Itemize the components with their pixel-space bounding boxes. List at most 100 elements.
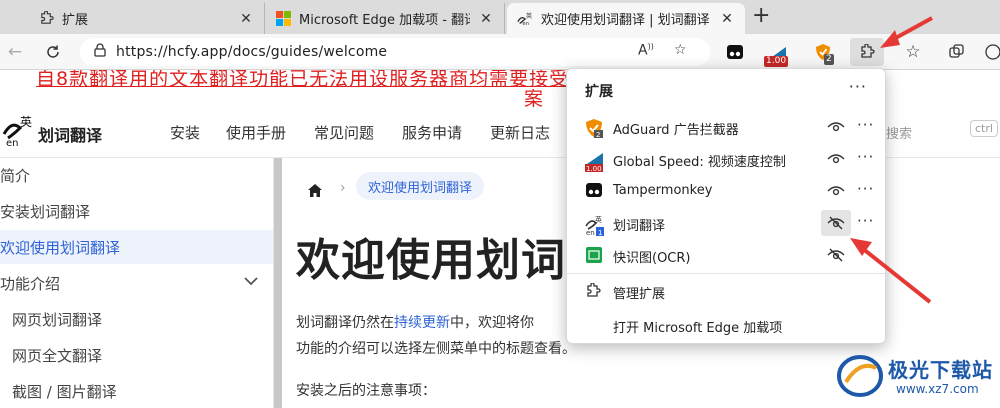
global-speed-icon[interactable]: 1.00 [762,38,796,67]
hcfy-logo-icon: en 英 1 [585,214,604,237]
eye-icon[interactable] [821,114,851,140]
sidebar-item-label: 安装划词翻译 [0,202,91,221]
new-tab-button[interactable]: + [752,5,770,27]
nav-manual[interactable]: 使用手册 [226,122,286,143]
tab-strip: 扩展 ✕ Microsoft Edge 加载项 - 翻译网页 ✕ en英 欢迎使… [0,0,1000,34]
sidebar-item-fullpage[interactable]: 网页全文翻译 [0,338,273,372]
search-input[interactable]: 搜索 [886,123,912,142]
extension-row-global-speed[interactable]: 1.00 Global Speed: 视频速度控制 ··· [567,143,885,175]
adguard-shield-icon: 2 [585,118,603,139]
sidebar-item-intro[interactable]: 简介 [0,158,273,192]
svg-text:英: 英 [595,215,602,224]
eye-hidden-icon[interactable] [821,210,851,236]
close-icon[interactable]: ✕ [478,11,494,27]
open-addons-link[interactable]: 打开 Microsoft Edge 加载项 [613,317,782,336]
adguard-badge: 2 [824,54,834,65]
microsoft-logo-icon [275,11,291,27]
eye-icon[interactable] [821,178,851,204]
tab-hcfy-welcome[interactable]: en 英 欢迎使用划词翻译 | 划词翻译 ✕ [507,3,745,34]
extension-row-ocr[interactable]: 快识图(OCR) [567,239,885,271]
close-icon[interactable]: ✕ [238,11,254,27]
extension-name: Global Speed: 视频速度控制 [613,155,786,170]
divider [567,273,885,274]
extension-row-hcfy[interactable]: en 英 1 划词翻译 ··· [567,207,885,239]
read-aloud-icon[interactable]: A)) [638,42,654,59]
more-options-icon[interactable]: ··· [857,180,874,198]
changelog-link[interactable]: 持续更新 [394,315,450,331]
sidebar-scrollbar[interactable] [274,158,282,408]
lock-icon[interactable] [94,43,106,61]
address-bar[interactable]: https://hcfy.app/docs/guides/welcome A))… [80,38,710,66]
extension-name: Tampermonkey [613,183,713,198]
sidebar-item-label: 功能介绍 [0,274,61,293]
sidebar-item-label: 简介 [0,166,31,185]
hcfy-logo-icon[interactable]: en 英 [2,112,34,149]
more-options-icon[interactable]: ··· [849,77,867,96]
extension-row-tampermonkey[interactable]: Tampermonkey ··· [567,175,885,207]
extension-row-adguard[interactable]: 2 AdGuard 广告拦截器 ··· [567,111,885,143]
extensions-button[interactable] [850,38,884,66]
svg-text:en: en [522,21,529,27]
tampermonkey-icon [585,182,603,200]
notes-heading: 安装之后的注意事项： [296,383,436,399]
nav-service[interactable]: 服务申请 [402,122,462,143]
tab-title: 欢迎使用划词翻译 | 划词翻译 [541,13,710,28]
manage-extensions-link[interactable]: 管理扩展 [613,283,665,302]
hcfy-logo-icon: en 英 [517,11,533,27]
sidebar-item-welcome[interactable]: 欢迎使用划词翻译 [0,230,273,264]
back-button[interactable]: ← [2,40,28,64]
extension-name: AdGuard 广告拦截器 [613,123,739,138]
refresh-button[interactable] [40,40,66,64]
para-text: 划词翻译仍然在 [296,315,394,331]
site-logo-text[interactable]: 划词翻译 [38,122,102,146]
add-favorite-icon[interactable]: ☆ [674,42,687,58]
sidebar-item-label: 网页划词翻译 [12,310,103,329]
svg-text:en: en [586,229,595,236]
watermark: 极光下载站 www.xz7.com [836,352,996,404]
watermark-name: 极光下载站 [888,358,993,382]
svg-text:en: en [6,138,19,148]
sidebar: 简介 安装划词翻译 欢迎使用划词翻译 功能介绍 网页划词翻译 网页全文翻译 截图… [0,158,274,408]
watermark-logo-icon [837,355,883,397]
tampermonkey-icon[interactable] [718,38,752,66]
favorites-icon[interactable]: ☆ [900,40,926,64]
logo-glyph: 英 [20,115,32,129]
sidebar-item-label: 截图 / 图片翻译 [12,382,117,401]
popup-title: 扩展 [585,84,613,100]
svg-text:英: 英 [526,12,533,20]
sidebar-item-web-selection[interactable]: 网页划词翻译 [0,302,273,336]
home-icon[interactable] [308,182,322,201]
sidebar-item-label: 网页全文翻译 [12,346,103,365]
sidebar-item-screenshot[interactable]: 截图 / 图片翻译 [0,374,273,408]
sidebar-item-install[interactable]: 安装划词翻译 [0,194,273,228]
more-options-icon[interactable]: ··· [857,116,874,134]
eye-hidden-icon[interactable] [821,242,851,268]
sidebar-item-features[interactable]: 功能介绍 [0,266,273,300]
nav-changelog[interactable]: 更新日志 [490,122,550,143]
adguard-shield-icon[interactable]: 2 [806,38,840,66]
watermark-url: www.xz7.com [896,382,979,396]
close-icon[interactable]: ✕ [719,11,735,27]
url-text: https://hcfy.app/docs/guides/welcome [116,44,388,60]
nav-install[interactable]: 安装 [170,122,200,143]
profile-icon[interactable] [980,40,1000,64]
eye-icon[interactable] [821,146,851,172]
more-options-icon[interactable]: ··· [857,212,874,230]
tab-extensions[interactable]: 扩展 ✕ [0,3,265,34]
tab-edge-addons[interactable]: Microsoft Edge 加载项 - 翻译网页 ✕ [265,3,505,34]
nav-faq[interactable]: 常见问题 [314,122,374,143]
collections-icon[interactable] [944,40,970,64]
more-options-icon[interactable]: ··· [857,148,874,166]
global-speed-icon: 1.00 [585,150,603,173]
breadcrumb[interactable]: 欢迎使用划词翻译 [356,172,485,200]
extension-name: 快识图(OCR) [613,251,691,266]
tab-title: 扩展 [62,13,89,28]
search-shortcut: ctrl [970,120,998,137]
svg-text:2: 2 [596,131,600,138]
para-text: 功能的介绍可以选择左侧菜单中的标题查看。 [296,341,576,357]
svg-text:1.00: 1.00 [586,165,602,172]
svg-text:1: 1 [598,229,602,236]
extension-puzzle-icon [585,282,603,301]
para-text: 中，欢迎将你 [450,315,534,331]
chevron-down-icon[interactable] [243,274,259,290]
